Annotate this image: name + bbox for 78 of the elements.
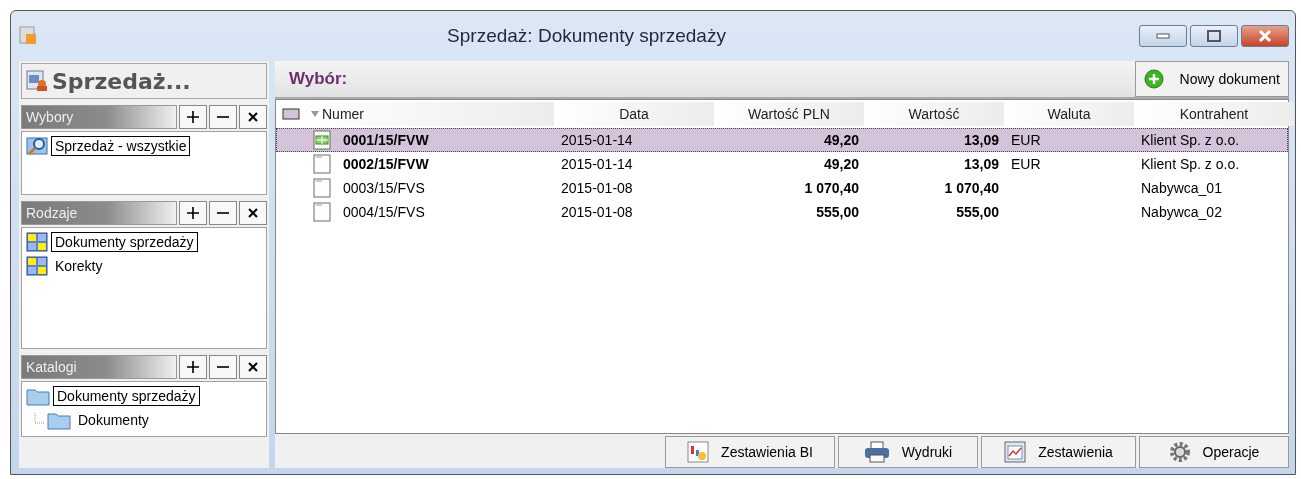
toolbar-button[interactable]: Wydruki (838, 436, 978, 468)
toolbar-button[interactable]: Operacje (1139, 436, 1289, 468)
close-icon (1258, 30, 1272, 42)
magnifier-icon (26, 136, 48, 156)
table-cell-text: 555,00 (955, 204, 1000, 220)
tree-item[interactable]: Dokumenty sprzedaży (51, 232, 198, 252)
tree-connector-icon (34, 413, 44, 427)
folder-icon (47, 410, 71, 430)
gear-icon (1168, 441, 1191, 463)
checkbox-icon (282, 108, 300, 120)
printer-icon (863, 441, 890, 463)
minimize-button[interactable] (1139, 25, 1187, 47)
table-cell-text: 0002/15/FVW (342, 156, 430, 172)
maximize-icon (1207, 30, 1221, 42)
table-cell-text: Klient Sp. z o.o. (1140, 156, 1241, 172)
grid-icon (26, 256, 48, 276)
close-icon (247, 361, 259, 373)
selection-label: Wybór: (288, 69, 348, 89)
table-cell-text: 13,09 (962, 132, 1000, 148)
plus-icon (1143, 69, 1164, 89)
table-cell-text: 2015-01-08 (560, 180, 634, 196)
table-cell-text: 49,20 (822, 132, 860, 148)
chart-window-icon (1004, 441, 1027, 463)
table-cell-text: 0004/15/FVS (342, 204, 426, 220)
sales-icon (26, 70, 48, 92)
toolbar-button[interactable]: Zestawienia (981, 436, 1136, 468)
minimize-icon (1156, 33, 1170, 39)
table-cell-text: 2015-01-08 (560, 204, 634, 220)
window-title: Sprzedaż: Dokumenty sprzedaży (446, 25, 727, 47)
tree-item[interactable]: Dokumenty sprzedaży (53, 386, 200, 406)
sidebar-title: Sprzedaż... (52, 68, 191, 94)
close-button[interactable] (239, 355, 267, 379)
plus-icon (186, 360, 200, 374)
sort-icon (310, 110, 320, 118)
table-cell-text: Nabywca_02 (1140, 204, 1223, 220)
table-cell-text: Nabywca_01 (1140, 180, 1223, 196)
folder-icon (26, 386, 50, 406)
document-icon (313, 178, 331, 198)
table-cell-text: 555,00 (815, 204, 860, 220)
plus-icon (186, 206, 200, 220)
remove-button[interactable] (209, 105, 237, 129)
plus-icon (186, 110, 200, 124)
close-button[interactable] (239, 201, 267, 225)
maximize-button[interactable] (1190, 25, 1238, 47)
document-icon (313, 130, 331, 150)
table-cell-text: 2015-01-14 (560, 132, 634, 148)
add-button[interactable] (179, 105, 207, 129)
table-cell-text: 49,20 (822, 156, 860, 172)
table-cell-text: EUR (1010, 156, 1042, 172)
table-cell-text: 2015-01-14 (560, 156, 634, 172)
table-cell-text: Klient Sp. z o.o. (1140, 132, 1241, 148)
table-cell-text: EUR (1010, 132, 1042, 148)
tree-item[interactable]: Korekty (51, 256, 107, 276)
table-cell-text: 0003/15/FVS (342, 180, 426, 196)
document-icon (313, 202, 331, 222)
close-icon (247, 207, 259, 219)
table-row[interactable]: 0001/15/FVW 2015-01-14 49,20 13,09 EUR Klient Sp. z o.o. (276, 128, 1288, 152)
app-icon (19, 26, 37, 46)
document-icon (313, 154, 331, 174)
section-title: Katalogi (21, 355, 177, 379)
close-icon (247, 111, 259, 123)
remove-button[interactable] (209, 201, 237, 225)
tree-item[interactable]: Sprzedaż - wszystkie (51, 136, 191, 156)
grid-icon (26, 232, 48, 252)
section-title: Wybory (21, 105, 177, 129)
remove-button[interactable] (209, 355, 237, 379)
table-cell-text: 0001/15/FVW (342, 132, 430, 148)
toolbar-button[interactable]: Zestawienia BI (665, 436, 835, 468)
table-cell-text: 13,09 (962, 156, 1000, 172)
add-button[interactable] (179, 201, 207, 225)
tree-item[interactable]: Dokumenty (74, 410, 153, 430)
table-cell-text: 1 070,40 (803, 180, 860, 196)
table-cell-text: 1 070,40 (943, 180, 1000, 196)
chart-icon (687, 441, 710, 463)
close-button[interactable] (239, 105, 267, 129)
new-document-button[interactable]: Nowy dokument (1134, 61, 1289, 97)
add-button[interactable] (179, 355, 207, 379)
section-title: Rodzaje (21, 201, 177, 225)
